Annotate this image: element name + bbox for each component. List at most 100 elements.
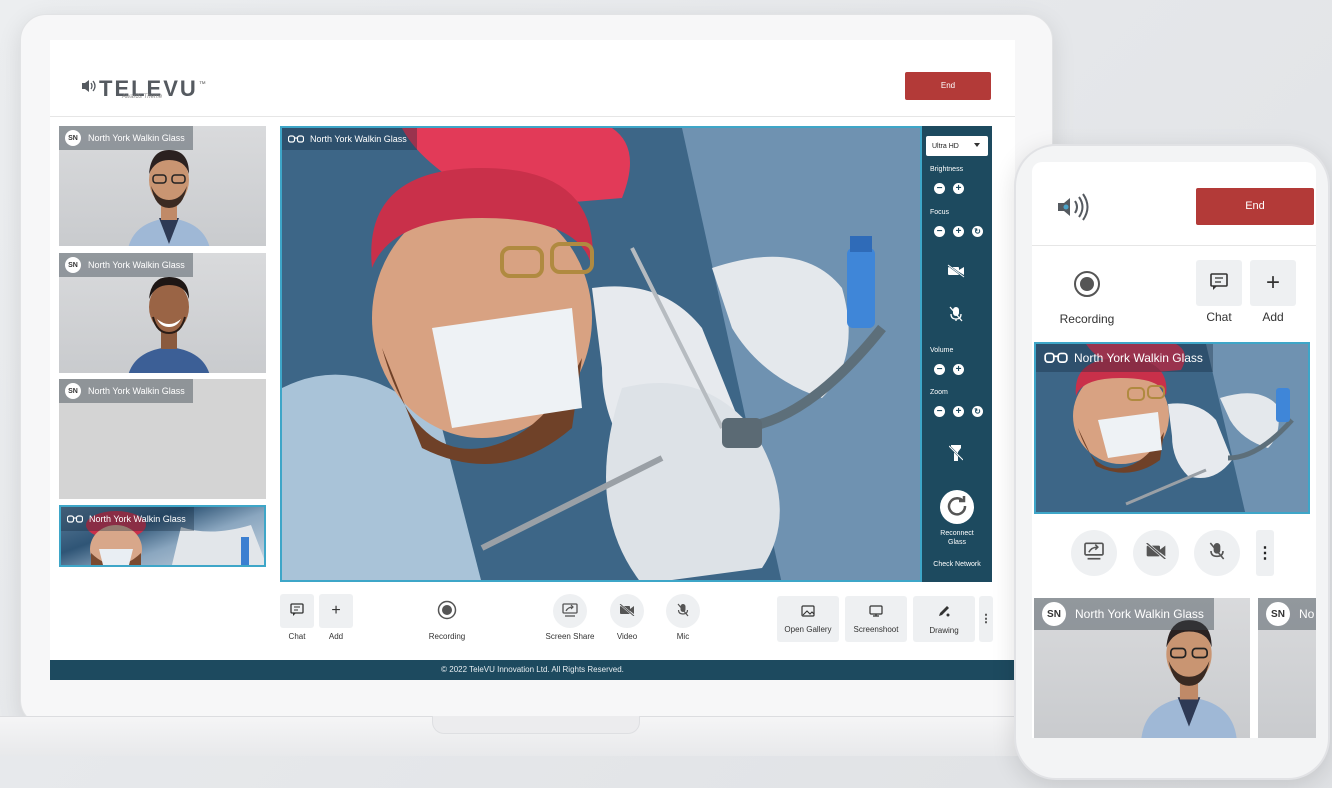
chat-button[interactable]: Chat [280,594,314,641]
screen-share-icon [562,603,578,619]
main-video-label: North York Walkin Glass [282,128,417,150]
drawing-button[interactable]: Drawing [913,596,975,642]
chat-label: Chat [288,632,306,641]
brightness-label: Brightness [930,166,964,173]
screen-share-button[interactable]: Screen Share [540,594,600,641]
participant-name: North York Walkin Glass [89,514,186,524]
phone-screen: End Recording Chat + Add North York Walk… [1032,162,1316,738]
mic-label: Mic [676,632,690,641]
add-button[interactable]: + Add [319,594,353,641]
screen-share-label: Screen Share [545,632,595,641]
participant-label: SN North York Walkin Glass [59,379,193,403]
brightness-decrease-button[interactable]: − [934,183,945,194]
participant-initials-badge: SN [65,257,81,273]
plus-icon: + [331,602,341,619]
participant-tile[interactable]: SN North York Walkin Glass [1034,598,1250,738]
volume-label: Volume [930,347,954,354]
zoom-reset-button[interactable]: ↻ [972,406,983,417]
more-options-button[interactable]: ⋮ [979,596,993,642]
brightness-controls: − + [934,183,964,194]
screenshot-icon [869,604,883,619]
video-toggle-button[interactable] [1133,530,1179,576]
zoom-increase-button[interactable]: + [953,406,964,417]
chat-button[interactable]: Chat [1196,260,1242,324]
recording-label: Recording [1059,312,1115,326]
chevron-down-icon [974,143,980,147]
participant-name: No [1299,607,1315,621]
reconnect-label-line1: Reconnect [940,530,974,537]
mic-off-icon[interactable] [949,306,963,327]
recording-button[interactable]: Recording [422,594,472,641]
participant-label: North York Walkin Glass [61,507,194,531]
logo-tagline: Awards Theme [122,94,163,100]
end-call-button[interactable]: End [905,72,991,100]
logo-trademark: ™ [198,81,206,88]
participant-name: North York Walkin Glass [88,260,185,270]
zoom-controls: − + ↻ [934,406,983,417]
sound-wave-icon [1056,192,1090,227]
participant-initials-badge: SN [1266,602,1290,626]
glasses-icon [67,514,83,524]
screenshoot-button[interactable]: Screenshoot [845,596,907,642]
open-gallery-button[interactable]: Open Gallery [777,596,839,642]
header-divider [50,116,1015,117]
volume-decrease-button[interactable]: − [934,364,945,375]
participant-initials-badge: SN [1042,602,1066,626]
participant-avatar [128,150,210,246]
video-off-icon [619,603,635,618]
participant-tile[interactable]: SN North York Walkin Glass [59,126,266,246]
mic-toggle-button[interactable]: Mic [663,594,703,641]
reconnect-icon [945,493,969,522]
participant-avatar [128,277,210,373]
quality-value: Ultra HD [932,142,959,150]
quality-select[interactable]: Ultra HD [926,136,988,156]
focus-decrease-button[interactable]: − [934,226,945,237]
chat-label: Chat [1206,310,1232,324]
participant-tile-active[interactable]: North York Walkin Glass [59,505,266,567]
screenshoot-label: Screenshoot [853,624,899,634]
reconnect-glass-button[interactable] [940,490,974,524]
chat-icon [290,603,304,619]
main-video-feed[interactable]: North York Walkin Glass [280,126,922,582]
sound-wave-icon [80,79,96,98]
add-label: Add [328,632,344,641]
end-call-button[interactable]: End [1196,188,1314,225]
focus-controls: − + ↻ [934,226,983,237]
focus-reset-button[interactable]: ↻ [972,226,983,237]
mic-off-icon [677,603,689,619]
glass-control-panel: Ultra HD Brightness − + Focus − + ↻ Volu… [922,126,992,582]
record-icon [437,600,457,622]
participant-name: North York Walkin Glass [88,386,185,396]
main-video-name: North York Walkin Glass [310,134,407,144]
participant-label: SN North York Walkin Glass [59,253,193,277]
recording-button[interactable]: Recording [1056,266,1118,326]
drawing-label: Drawing [929,625,959,635]
more-vertical-icon: ⋮ [980,613,992,625]
laptop-screen: TELEVU ™ Awards Theme End SN North York … [50,40,1015,680]
participant-tile[interactable]: SN North York Walkin Glass [59,253,266,373]
brightness-increase-button[interactable]: + [953,183,964,194]
mic-off-icon [1209,541,1225,566]
flashlight-off-icon[interactable] [948,444,964,467]
video-toggle-button[interactable]: Video [607,594,647,641]
zoom-decrease-button[interactable]: − [934,406,945,417]
video-off-icon[interactable] [947,264,965,283]
add-button[interactable]: + Add [1250,260,1296,324]
participant-name: North York Walkin Glass [88,133,185,143]
more-options-button[interactable]: ⋮ [1256,530,1274,576]
surgery-scene [282,128,920,580]
participant-tile[interactable]: SN North York Walkin Glass [59,379,266,499]
check-network-link[interactable]: Check Network [922,561,992,568]
gallery-icon [801,604,815,619]
video-label: Video [616,632,638,641]
main-video-feed[interactable]: North York Walkin Glass [1034,342,1310,514]
drawing-icon [937,604,951,620]
mic-toggle-button[interactable] [1194,530,1240,576]
participant-tile[interactable]: SN No [1258,598,1316,738]
chat-icon [1209,272,1229,295]
focus-increase-button[interactable]: + [953,226,964,237]
screen-share-button[interactable] [1071,530,1117,576]
volume-increase-button[interactable]: + [953,364,964,375]
screen-share-icon [1083,541,1105,565]
plus-icon: + [1265,269,1280,296]
